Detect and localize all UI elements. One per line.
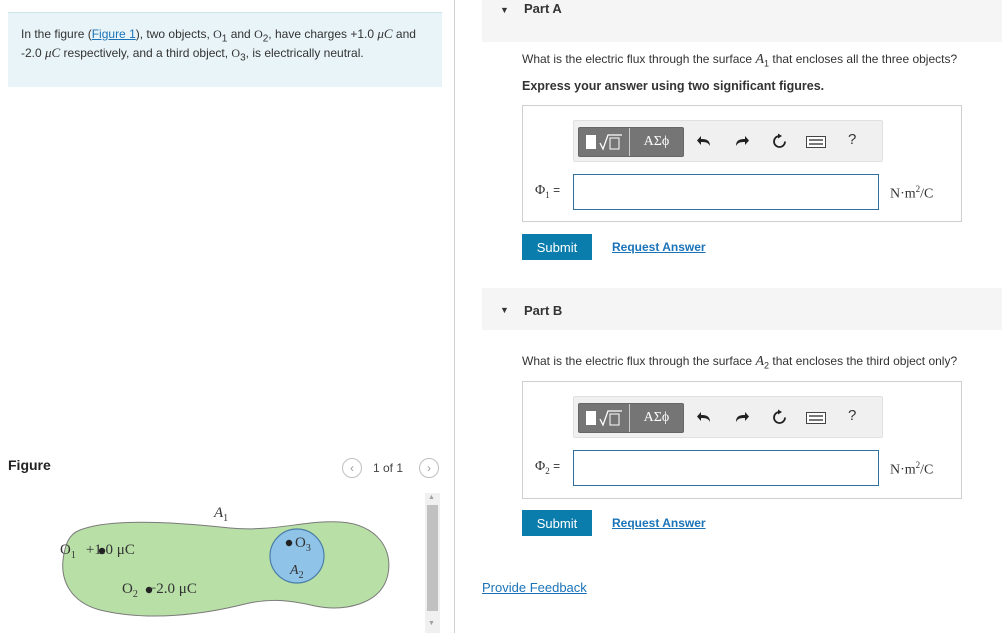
part-a-submit-button[interactable]: Submit: [522, 234, 592, 260]
object-o2-label: O2 −2.0 μC: [122, 581, 197, 600]
help-icon[interactable]: ?: [848, 407, 856, 424]
keyboard-icon[interactable]: [806, 136, 826, 148]
reset-icon[interactable]: [771, 409, 788, 426]
scroll-down-icon[interactable]: ▼: [428, 620, 435, 627]
surface-a2-label: A2: [290, 563, 304, 581]
part-b-request-answer-link[interactable]: Request Answer: [612, 516, 706, 530]
chevron-right-icon[interactable]: ›: [419, 458, 439, 478]
figure-scrollbar-thumb[interactable]: [427, 505, 438, 611]
surface-a1-shape: [62, 521, 390, 617]
part-b-answer-input[interactable]: [573, 450, 879, 486]
toolbar-group: ΑΣϕ: [578, 127, 684, 157]
part-b-unit: N·m2/C: [890, 460, 934, 478]
symbols-button[interactable]: ΑΣϕ: [630, 128, 683, 156]
part-a-title: Part A: [524, 1, 562, 16]
reset-icon[interactable]: [771, 133, 788, 150]
figure-label: Figure: [8, 457, 51, 473]
part-a-header[interactable]: ▼ Part A: [482, 0, 1002, 42]
redo-icon[interactable]: [734, 409, 750, 425]
figure-diagram: [62, 521, 390, 617]
object-o1-label: O1 +1.0 μC: [60, 542, 135, 561]
part-a-answer-label: Φ1 =: [535, 183, 561, 200]
part-b-submit-button[interactable]: Submit: [522, 510, 592, 536]
part-a-instruction: Express your answer using two significan…: [522, 79, 825, 93]
object-o3-label: O3: [295, 535, 311, 554]
templates-icon[interactable]: [579, 404, 630, 432]
object-o3-dot: [285, 539, 293, 547]
chevron-left-icon[interactable]: ‹: [342, 458, 362, 478]
part-b-answer-label: Φ2 =: [535, 459, 561, 476]
scroll-up-icon[interactable]: ▲: [428, 494, 435, 501]
part-a-toolbar: ΑΣϕ ?: [573, 120, 883, 162]
figure-link[interactable]: Figure 1: [92, 27, 136, 41]
keyboard-icon[interactable]: [806, 412, 826, 424]
part-b-title: Part B: [524, 303, 563, 318]
part-a-unit: N·m2/C: [890, 184, 934, 202]
part-b-question: What is the electric flux through the su…: [522, 354, 958, 371]
part-a-question: What is the electric flux through the su…: [522, 52, 958, 69]
part-a-request-answer-link[interactable]: Request Answer: [612, 240, 706, 254]
toolbar-group: ΑΣϕ: [578, 403, 684, 433]
part-a-answer-input[interactable]: [573, 174, 879, 210]
collapse-triangle-icon[interactable]: ▼: [500, 5, 509, 15]
column-divider: [454, 0, 455, 633]
provide-feedback-link[interactable]: Provide Feedback: [482, 580, 587, 595]
part-b-toolbar: ΑΣϕ ?: [573, 396, 883, 438]
part-b-header[interactable]: ▼ Part B: [482, 288, 1002, 330]
undo-icon[interactable]: [696, 133, 712, 149]
surface-a1-label: A1: [214, 505, 229, 524]
undo-icon[interactable]: [696, 409, 712, 425]
redo-icon[interactable]: [734, 133, 750, 149]
part-b-answer-box: ΑΣϕ ? Φ2 = N·m2/C: [522, 381, 962, 499]
problem-intro: In the figure (Figure 1), two objects, O…: [8, 12, 442, 87]
symbols-button[interactable]: ΑΣϕ: [630, 404, 683, 432]
part-a-answer-box: ΑΣϕ ? Φ1 = N·m2/C: [522, 105, 962, 222]
figure-pager: 1 of 1: [373, 461, 404, 475]
help-icon[interactable]: ?: [848, 131, 856, 148]
templates-icon[interactable]: [579, 128, 630, 156]
collapse-triangle-icon[interactable]: ▼: [500, 305, 509, 315]
